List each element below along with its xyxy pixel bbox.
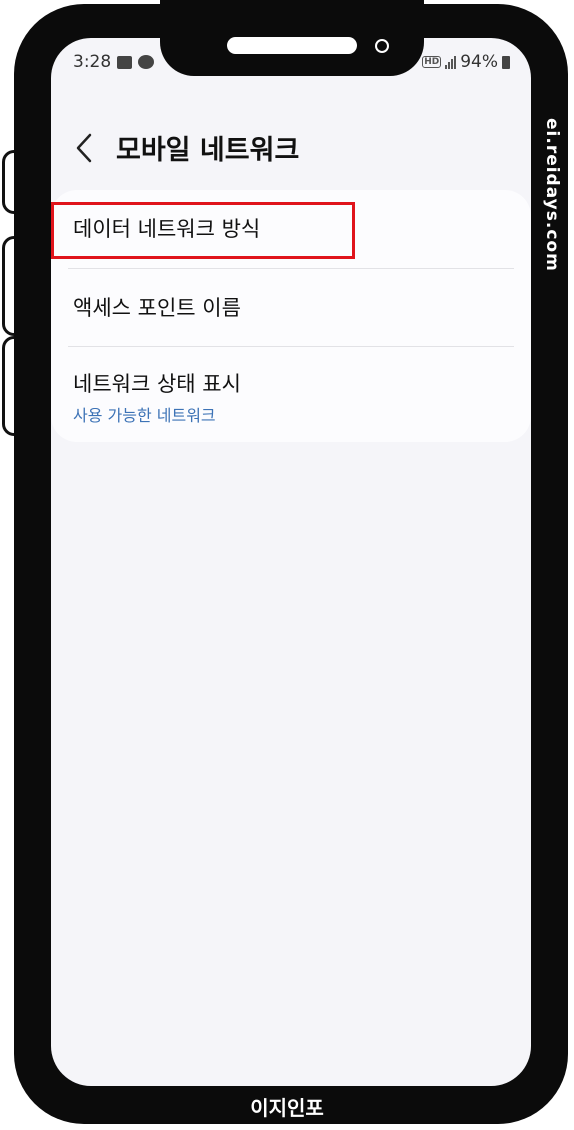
- page-title: 모바일 네트워크: [116, 135, 300, 166]
- gallery-icon: [117, 55, 133, 69]
- status-bar-right: HD 94%: [422, 52, 510, 72]
- signal-icon: [445, 55, 457, 69]
- highlight-box: [51, 202, 355, 259]
- menu-item-sublabel: 사용 가능한 네트워크: [73, 406, 216, 425]
- battery-percent: 94%: [460, 52, 498, 72]
- menu-item-access-point-names[interactable]: 액세스 포인트 이름: [73, 292, 241, 322]
- back-button[interactable]: [70, 131, 98, 165]
- status-time: 3:28: [73, 52, 112, 72]
- battery-icon: [502, 55, 510, 69]
- divider: [68, 346, 514, 347]
- status-bar-left: 3:28: [73, 52, 155, 72]
- watermark: ei.reidays.com: [542, 118, 562, 272]
- chevron-left-icon: [76, 133, 92, 162]
- menu-item-network-status-display[interactable]: 네트워크 상태 표시 사용 가능한 네트워크: [73, 368, 241, 426]
- brand-label: 이지인포: [250, 1096, 324, 1120]
- hd-voice-icon: HD: [422, 56, 442, 68]
- page-header: 모바일 네트워크: [70, 128, 299, 167]
- kakaotalk-icon: [138, 55, 155, 69]
- divider: [68, 268, 514, 269]
- speaker-grille: [227, 37, 357, 54]
- menu-item-label: 네트워크 상태 표시: [73, 372, 241, 396]
- front-camera: [375, 39, 389, 53]
- menu-item-label: 액세스 포인트 이름: [73, 296, 241, 320]
